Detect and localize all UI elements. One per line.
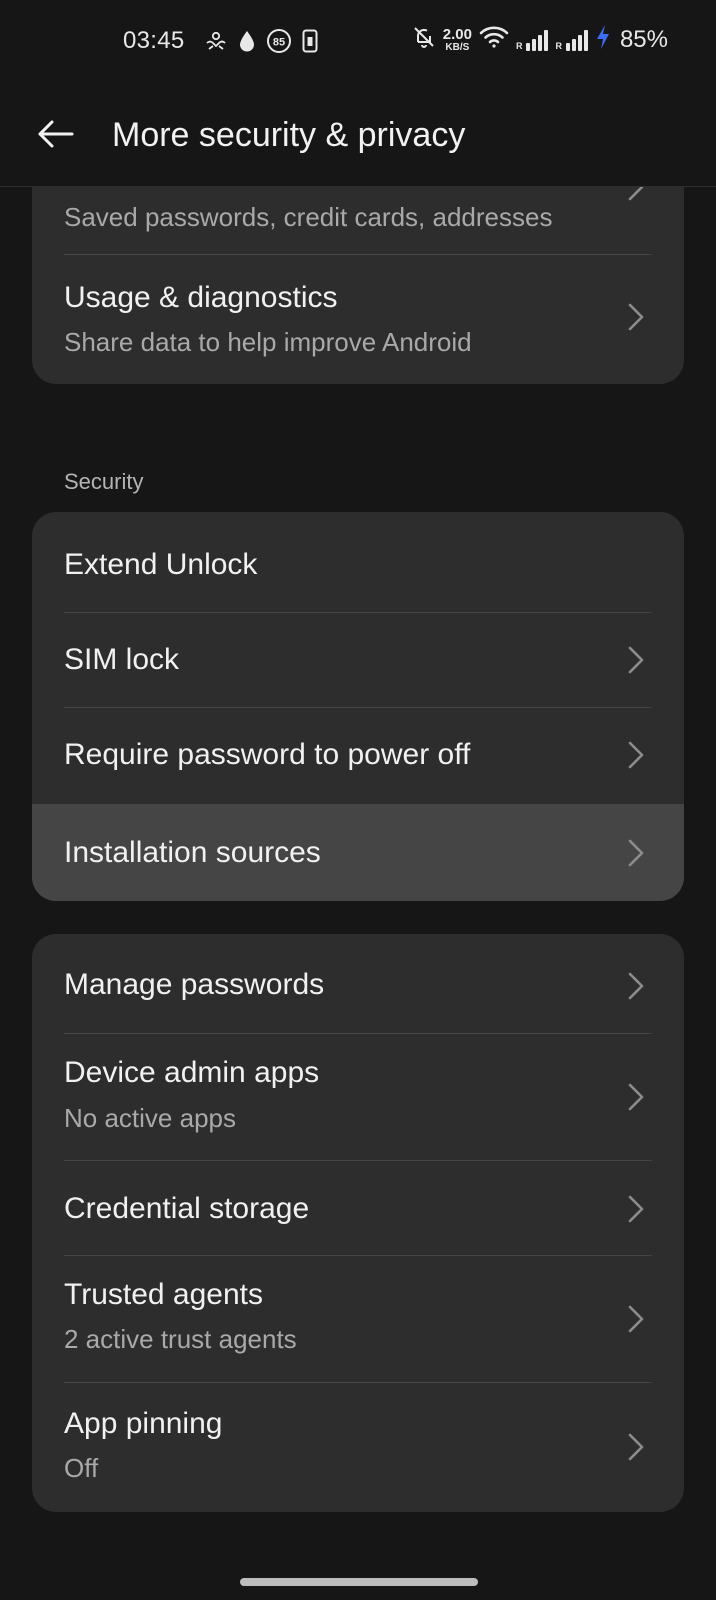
list-item-require-password-power-off[interactable]: Require password to power off xyxy=(32,708,684,804)
list-item-device-admin-apps[interactable]: Device admin apps No active apps xyxy=(32,1034,684,1160)
credentials-card: Manage passwords Device admin apps No ac… xyxy=(32,934,684,1512)
item-subtitle: Share data to help improve Android xyxy=(64,327,472,357)
item-subtitle: 2 active trust agents xyxy=(64,1324,297,1354)
home-gesture-bar[interactable] xyxy=(240,1578,478,1586)
chevron-right-icon xyxy=(628,741,644,769)
list-item-manage-passwords[interactable]: Manage passwords xyxy=(32,934,684,1033)
list-item-usage-diagnostics[interactable]: Usage & diagnostics Share data to help i… xyxy=(32,255,684,384)
item-subtitle: Off xyxy=(64,1453,99,1483)
chevron-right-icon xyxy=(628,839,644,867)
badge-85-icon: 85 xyxy=(266,28,292,59)
status-bar: 03:45 85 2.00 KB/S R R 85% xyxy=(0,0,716,84)
section-header-security: Security xyxy=(64,469,144,494)
phone-screen-icon xyxy=(302,29,318,58)
chevron-right-icon xyxy=(628,1305,644,1333)
chevron-right-icon xyxy=(628,303,644,331)
item-title: App pinning xyxy=(64,1407,223,1440)
wifi-icon xyxy=(479,25,509,54)
system-icons: 2.00 KB/S R R 85% xyxy=(412,24,668,55)
item-title: Require password to power off xyxy=(64,738,471,771)
item-title: Extend Unlock xyxy=(64,548,258,581)
page-title: More security & privacy xyxy=(112,116,466,154)
charging-bolt-icon xyxy=(595,24,611,55)
network-speed: 2.00 KB/S xyxy=(442,25,472,53)
chevron-right-icon xyxy=(628,1195,644,1223)
notification-icons: 85 xyxy=(204,28,318,59)
battery-percent: 85% xyxy=(619,25,668,53)
list-item-sim-lock[interactable]: SIM lock xyxy=(32,613,684,707)
item-title: Device admin apps xyxy=(64,1056,320,1089)
status-time: 03:45 xyxy=(123,27,185,54)
item-title: Manage passwords xyxy=(64,968,325,1001)
item-subtitle: No active apps xyxy=(64,1103,236,1133)
signal-strength-icon-2: R xyxy=(555,29,588,51)
signal-strength-icon-1: R xyxy=(516,29,549,51)
security-card: Extend Unlock SIM lock Require password … xyxy=(32,512,684,901)
chevron-right-icon xyxy=(628,972,644,1000)
app-bar: More security & privacy xyxy=(0,84,716,187)
item-subtitle: Saved passwords, credit cards, addresses xyxy=(64,202,553,232)
item-title: Installation sources xyxy=(64,836,321,869)
list-item-extend-unlock[interactable]: Extend Unlock xyxy=(32,512,684,612)
item-title: Trusted agents xyxy=(64,1278,263,1311)
list-item-credential-storage[interactable]: Credential storage xyxy=(32,1161,684,1256)
chevron-right-icon xyxy=(628,646,644,674)
bell-muted-icon xyxy=(412,25,436,54)
list-item-trusted-agents[interactable]: Trusted agents 2 active trust agents xyxy=(32,1256,684,1382)
list-item-app-pinning[interactable]: App pinning Off xyxy=(32,1383,684,1512)
item-title: Usage & diagnostics xyxy=(64,281,338,314)
item-title: Credential storage xyxy=(64,1192,310,1225)
svg-text:85: 85 xyxy=(273,37,285,49)
back-arrow-icon xyxy=(38,120,74,148)
water-drop-icon xyxy=(238,29,256,58)
chevron-right-icon xyxy=(628,1433,644,1461)
chevron-right-icon xyxy=(628,1083,644,1111)
list-item-installation-sources[interactable]: Installation sources xyxy=(32,804,684,901)
back-button[interactable] xyxy=(30,108,82,160)
item-title: SIM lock xyxy=(64,643,180,676)
hands-icon xyxy=(204,29,228,58)
